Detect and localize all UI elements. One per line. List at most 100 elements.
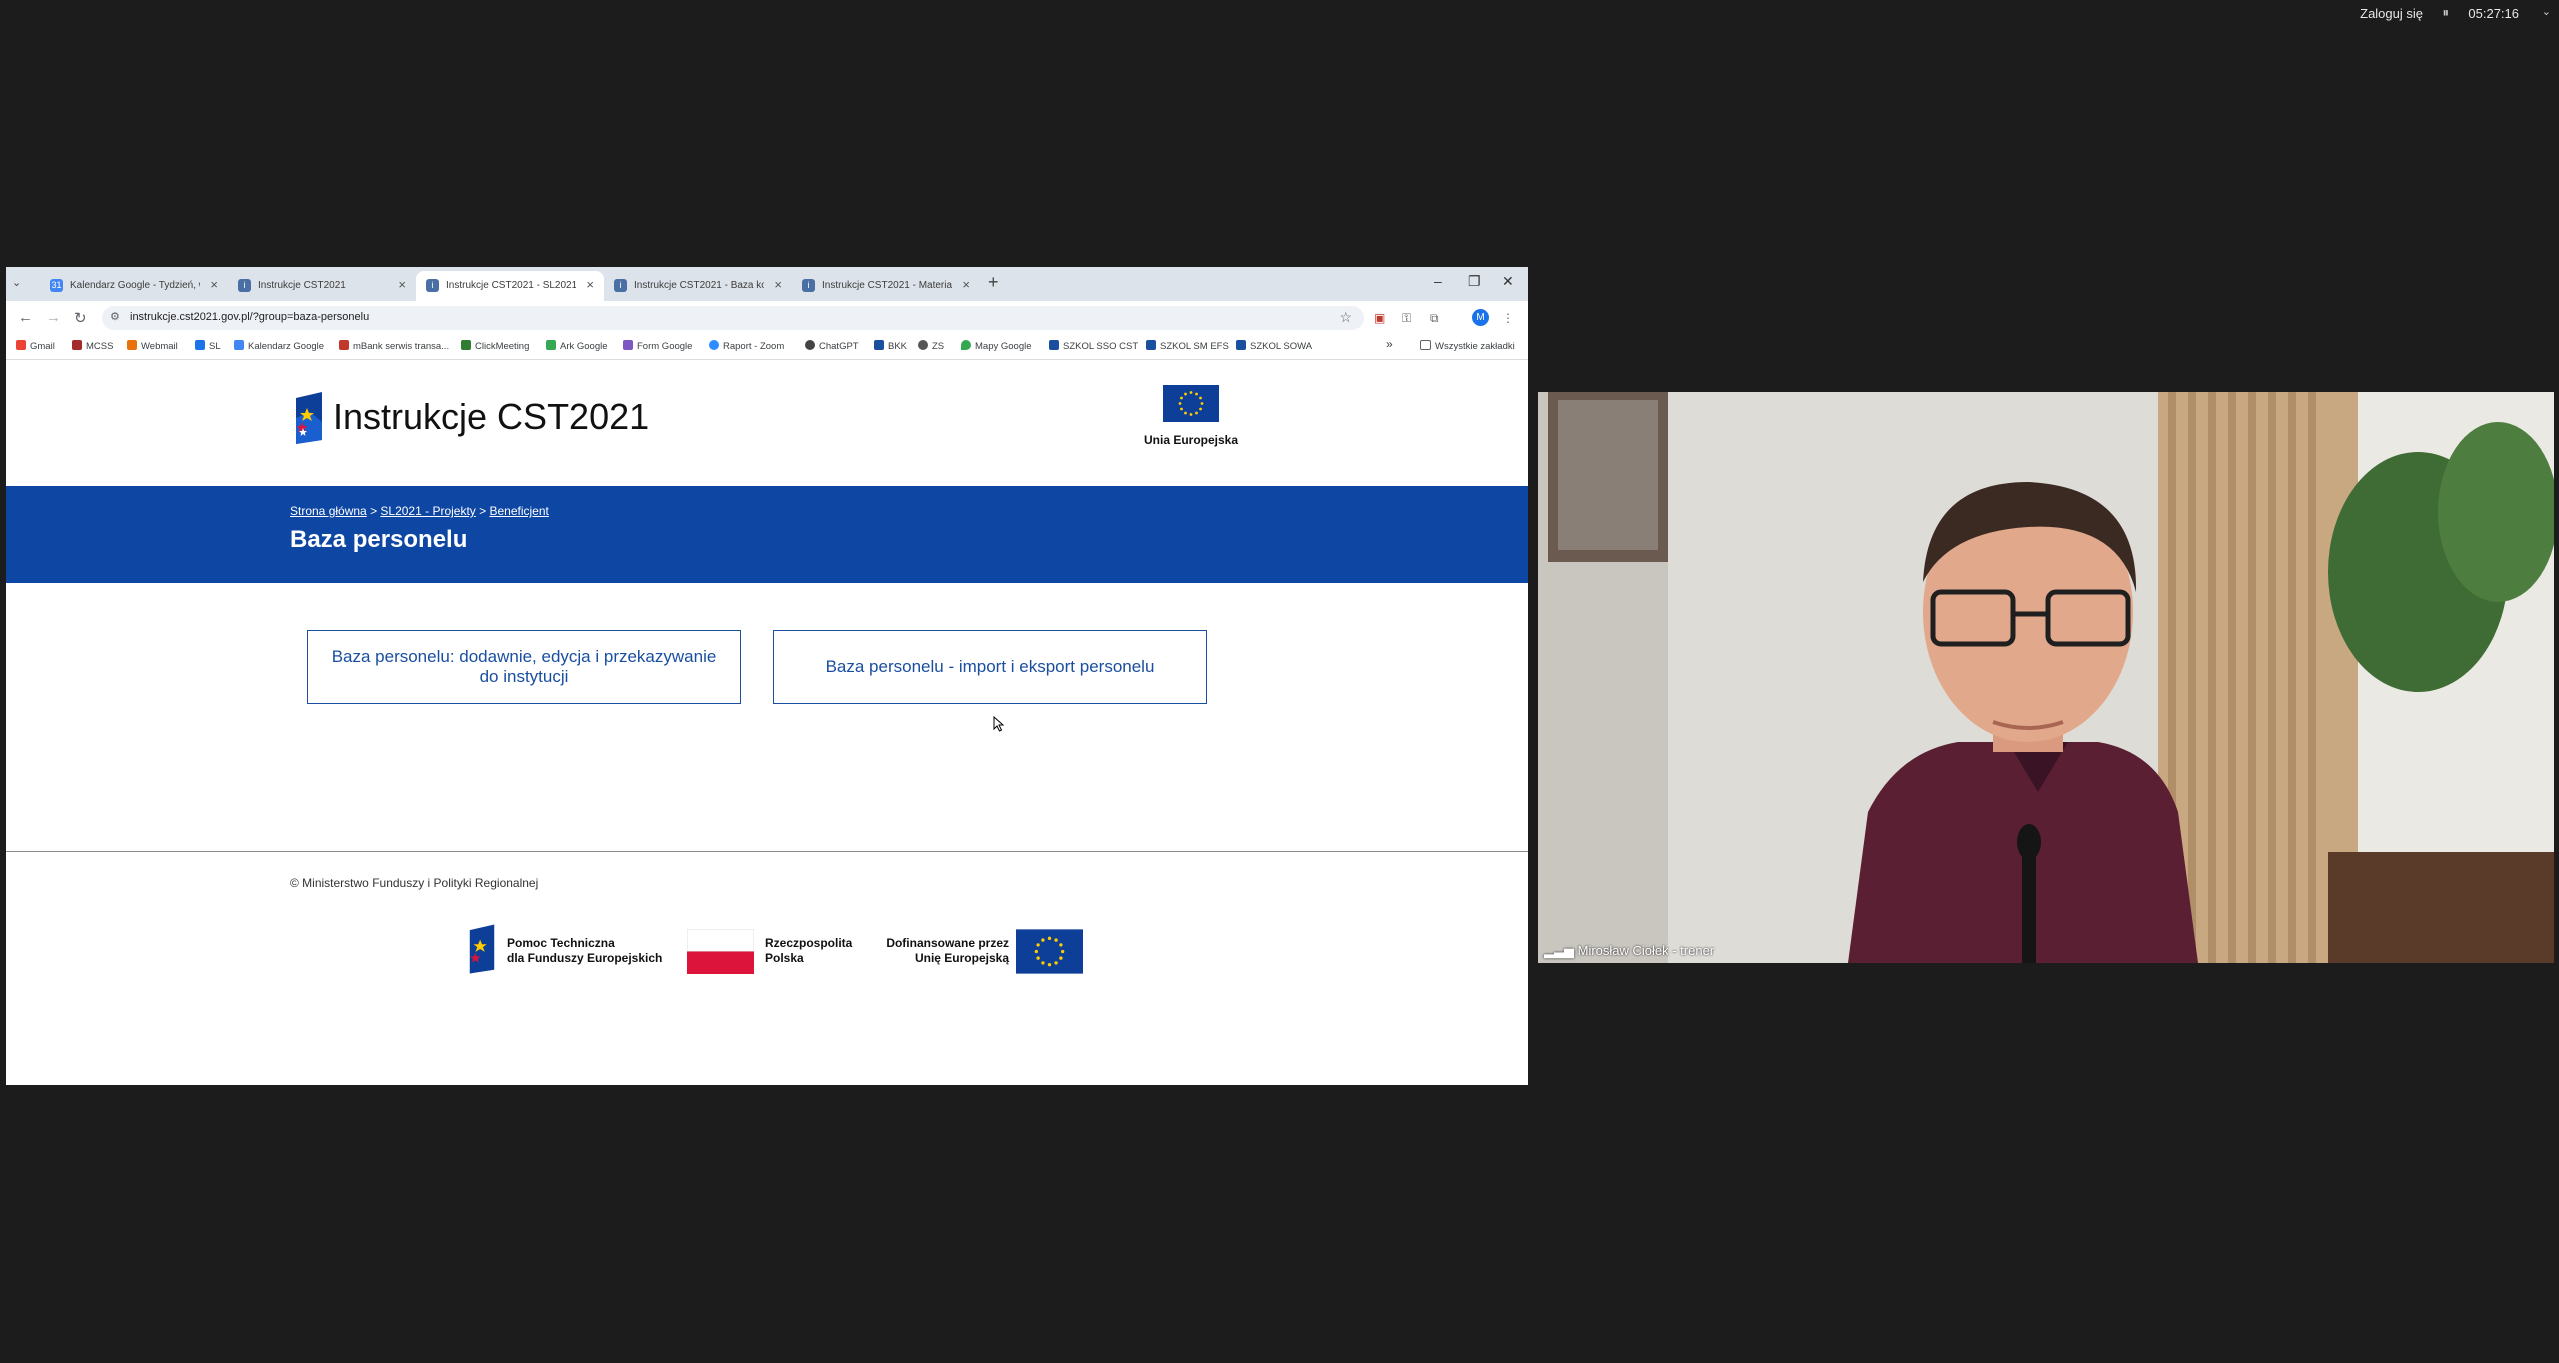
bank-icon bbox=[339, 340, 349, 350]
tab-instrukcje[interactable]: i Instrukcje CST2021 × bbox=[228, 271, 416, 301]
bookmark-icon bbox=[127, 340, 137, 350]
breadcrumb-sl2021[interactable]: SL2021 - Projekty bbox=[380, 504, 475, 518]
bookmark-item[interactable]: SL bbox=[195, 340, 221, 352]
back-icon[interactable]: ← bbox=[18, 309, 33, 326]
forward-icon[interactable]: → bbox=[46, 309, 61, 326]
breadcrumb-separator: > bbox=[479, 504, 490, 518]
breadcrumb-home[interactable]: Strona główna bbox=[290, 504, 367, 518]
extension-icon[interactable]: ▣ bbox=[1374, 311, 1385, 325]
site-title[interactable]: Instrukcje CST2021 bbox=[333, 396, 649, 438]
close-icon[interactable]: × bbox=[398, 277, 406, 292]
bookmark-item[interactable]: Kalendarz Google bbox=[234, 340, 324, 352]
bookmark-item[interactable]: ChatGPT bbox=[805, 340, 859, 352]
eu-star bbox=[1195, 392, 1198, 396]
bookmark-item[interactable]: ClickMeeting bbox=[461, 340, 529, 352]
restore-icon[interactable]: ❐ bbox=[1468, 273, 1481, 290]
bookmark-item[interactable]: SZKOL SSO CST bbox=[1049, 340, 1138, 352]
eu-funded-logo-text: Dofinansowane przez Unię Europejską bbox=[881, 936, 1009, 966]
globe-icon bbox=[918, 340, 928, 350]
eu-star bbox=[1178, 402, 1182, 405]
card-link-dodawanie[interactable]: Baza personelu: dodawnie, edycja i przek… bbox=[307, 630, 741, 704]
chevron-down-icon[interactable]: ⌄ bbox=[2542, 5, 2551, 18]
bookmark-icon bbox=[1049, 340, 1059, 350]
more-bookmarks-icon[interactable]: » bbox=[1386, 337, 1393, 351]
bookmark-icon bbox=[874, 340, 884, 350]
site-favicon-icon: i bbox=[614, 279, 627, 292]
tab-kalendarz[interactable]: 31 Kalendarz Google - Tydzień, w i × bbox=[40, 271, 228, 301]
meeting-top-bar: Zaloguj się ⏸ 05:27:16 ⌄ bbox=[0, 0, 2559, 26]
bookmark-icon bbox=[1146, 340, 1156, 350]
calendar-icon bbox=[234, 340, 244, 350]
bookmark-item[interactable]: SZKOL SM EFS bbox=[1146, 340, 1229, 352]
bookmark-item[interactable]: ZS bbox=[918, 340, 944, 352]
close-icon[interactable]: × bbox=[586, 277, 594, 292]
bookmark-icon bbox=[72, 340, 82, 350]
logo-line: Polska bbox=[765, 951, 804, 965]
recording-icon: ⏸ bbox=[2442, 5, 2450, 20]
browser-toolbar: ← → ↻ ⚙ instrukcje.cst2021.gov.pl/?group… bbox=[6, 301, 1528, 335]
eu-star bbox=[1060, 949, 1065, 954]
gmail-icon bbox=[16, 340, 26, 350]
eu-flag-icon bbox=[1016, 929, 1083, 974]
bookmark-item[interactable]: Ark Google bbox=[546, 340, 608, 352]
calendar-icon: 31 bbox=[50, 279, 63, 292]
tab-materialy[interactable]: i Instrukcje CST2021 - Materiały × bbox=[792, 271, 980, 301]
eu-star bbox=[1047, 962, 1052, 967]
eu-star bbox=[1041, 938, 1045, 942]
bookmark-item[interactable]: Mapy Google bbox=[961, 340, 1032, 352]
eu-star bbox=[1036, 956, 1040, 960]
address-bar[interactable]: ⚙ instrukcje.cst2021.gov.pl/?group=baza-… bbox=[102, 306, 1364, 330]
login-link[interactable]: Zaloguj się bbox=[2360, 6, 2423, 21]
close-icon[interactable]: × bbox=[962, 277, 970, 292]
site-favicon-icon: i bbox=[238, 279, 251, 292]
web-page: Instrukcje CST2021 Unia Europejska Stron… bbox=[6, 360, 1528, 1085]
bookmark-item[interactable]: Raport - Zoom bbox=[709, 340, 784, 352]
sheets-icon bbox=[546, 340, 556, 350]
menu-kebab-icon[interactable]: ⋮ bbox=[1502, 311, 1514, 325]
bookmark-item[interactable]: Gmail bbox=[16, 340, 55, 352]
breadcrumb-beneficjent[interactable]: Beneficjent bbox=[489, 504, 548, 518]
rzeczpospolita-logo-text: Rzeczpospolita Polska bbox=[765, 936, 852, 966]
eu-star bbox=[1054, 961, 1058, 965]
eu-star bbox=[1034, 949, 1039, 954]
chatgpt-icon bbox=[805, 340, 815, 350]
close-icon[interactable]: × bbox=[210, 277, 218, 292]
bookmark-item[interactable]: MCSS bbox=[72, 340, 113, 352]
site-info-icon[interactable]: ⚙ bbox=[110, 310, 120, 323]
bookmark-item[interactable]: Form Google bbox=[623, 340, 692, 352]
all-bookmarks-folder[interactable]: Wszystkie zakładki bbox=[1420, 340, 1515, 352]
new-tab-button[interactable]: + bbox=[988, 272, 999, 293]
eu-star bbox=[1189, 413, 1193, 416]
eu-star bbox=[1059, 956, 1063, 960]
close-icon[interactable]: × bbox=[774, 277, 782, 292]
participant-video[interactable]: ▂▃▅ Mirosław Ciołek - trener bbox=[1538, 392, 2554, 963]
footer-divider bbox=[6, 851, 1528, 852]
bookmark-star-icon[interactable]: ☆ bbox=[1339, 309, 1352, 326]
signal-bars-icon: ▂▃▅ bbox=[1544, 943, 1578, 958]
profile-avatar[interactable]: M bbox=[1472, 309, 1489, 326]
fe-logo-icon[interactable] bbox=[292, 392, 326, 444]
tab-baza-konk[interactable]: i Instrukcje CST2021 - Baza konk × bbox=[604, 271, 792, 301]
logo-line: Dofinansowane przez bbox=[886, 936, 1009, 950]
reload-icon[interactable]: ↻ bbox=[74, 309, 87, 327]
bookmark-item[interactable]: BKK bbox=[874, 340, 907, 352]
eu-star bbox=[1184, 392, 1187, 396]
card-link-import-eksport[interactable]: Baza personelu - import i eksport person… bbox=[773, 630, 1207, 704]
extensions-puzzle-icon[interactable]: ⧉ bbox=[1430, 311, 1439, 326]
page-header-band: Strona główna > SL2021 - Projekty > Bene… bbox=[6, 486, 1528, 583]
minimize-icon[interactable]: – bbox=[1434, 273, 1442, 289]
eu-star bbox=[1199, 396, 1202, 400]
eu-star bbox=[1041, 961, 1045, 965]
close-window-icon[interactable]: ✕ bbox=[1502, 273, 1514, 290]
bookmark-item[interactable]: Webmail bbox=[127, 340, 178, 352]
eu-star bbox=[1036, 943, 1040, 947]
eu-flag-icon bbox=[1163, 385, 1219, 422]
bookmark-item[interactable]: mBank serwis transa... bbox=[339, 340, 449, 352]
tab-sl2021[interactable]: i Instrukcje CST2021 - SL2021 - I × bbox=[416, 271, 604, 301]
url-text[interactable]: instrukcje.cst2021.gov.pl/?group=baza-pe… bbox=[130, 311, 369, 323]
eu-star bbox=[1047, 936, 1052, 941]
tab-search-icon[interactable]: ⌄ bbox=[12, 276, 21, 289]
password-key-icon[interactable]: ⚿ bbox=[1402, 311, 1411, 326]
bookmark-item[interactable]: SZKOL SOWA bbox=[1236, 340, 1312, 352]
folder-icon bbox=[1420, 340, 1431, 350]
